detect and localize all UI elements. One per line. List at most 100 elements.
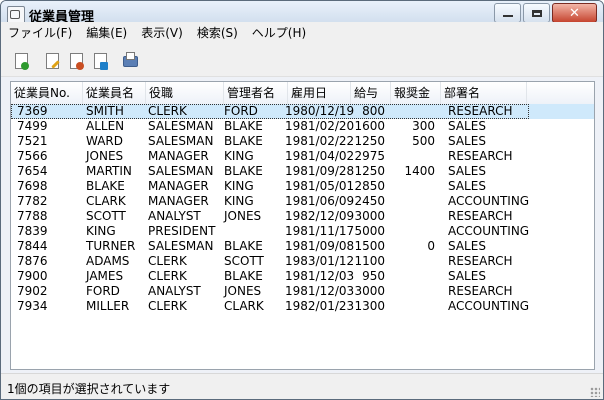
cell-ename: CLARK (86, 194, 126, 208)
cell-salary: 2450 (354, 194, 385, 208)
close-button[interactable]: ✕ (552, 3, 597, 23)
col-manager[interactable]: 管理者名 (224, 82, 288, 104)
cell-empno: 7521 (17, 134, 48, 148)
cell-ename: SMITH (86, 104, 124, 118)
cell-salary: 3000 (354, 209, 385, 223)
cell-dept: SALES (448, 119, 486, 133)
table-row[interactable]: 7844 TURNER SALESMAN BLAKE 1981/09/08 1500 0 SA… (11, 239, 594, 254)
table-header: 従業員No. 従業員名 役職 管理者名 雇用日 給与 報奨金 部署名 (11, 82, 594, 105)
delete-button[interactable] (68, 52, 84, 70)
cell-empno: 7369 (17, 104, 48, 118)
cell-empno: 7782 (17, 194, 48, 208)
cell-manager: BLAKE (224, 269, 263, 283)
main-window: 従業員管理 ✕ ファイル(F) 編集(E) 表示(V) 検索(S) ヘルプ(H) (0, 0, 604, 400)
cell-empno: 7876 (17, 254, 48, 268)
cell-bonus (391, 254, 435, 269)
cell-job: ANALYST (148, 284, 201, 298)
cell-job: MANAGER (148, 194, 209, 208)
cell-ename: JONES (86, 149, 124, 163)
table-row[interactable]: 7782 CLARK MANAGER KING 1981/06/09 2450 ACCOUN… (11, 194, 594, 209)
cell-bonus (391, 224, 435, 239)
cell-manager: JONES (224, 209, 262, 223)
table-row[interactable]: 7521 WARD SALESMAN BLAKE 1981/02/22 1250 500 SA… (11, 134, 594, 149)
cell-bonus: 0 (427, 239, 435, 253)
cell-bonus (391, 194, 435, 209)
maximize-icon (531, 9, 542, 17)
cell-dept: RESEARCH (448, 149, 513, 163)
print-button[interactable] (122, 52, 138, 70)
table-row[interactable]: 7654 MARTIN SALESMAN BLAKE 1981/09/28 1250 140… (11, 164, 594, 179)
export-button[interactable] (92, 52, 108, 70)
cell-manager: BLAKE (224, 164, 263, 178)
cell-empno: 7566 (17, 149, 48, 163)
table-row[interactable]: 7369 SMITH CLERK FORD 1980/12/19 800 RESEARCH (11, 104, 594, 119)
menu-search[interactable]: 検索(S) (190, 24, 245, 41)
col-dept[interactable]: 部署名 (441, 82, 527, 104)
cell-hiredate: 1981/02/20 (285, 119, 355, 133)
cell-dept: RESEARCH (448, 284, 513, 298)
cell-hiredate: 1982/12/09 (285, 209, 355, 223)
cell-salary: 1250 (354, 164, 385, 178)
resize-grip[interactable] (590, 387, 600, 397)
cell-dept: SALES (448, 269, 486, 283)
cell-salary: 1500 (354, 239, 385, 253)
cell-empno: 7499 (17, 119, 48, 133)
cell-job: CLERK (148, 104, 187, 118)
cell-empno: 7900 (17, 269, 48, 283)
col-hiredate[interactable]: 雇用日 (288, 82, 351, 104)
cell-manager: JONES (224, 284, 262, 298)
table-row[interactable]: 7566 JONES MANAGER KING 1981/04/02 2975 RESEAR… (11, 149, 594, 164)
menu-file[interactable]: ファイル(F) (1, 24, 79, 41)
minimize-icon (502, 15, 513, 17)
cell-bonus: 1400 (404, 164, 435, 178)
cell-dept: RESEARCH (448, 209, 513, 223)
cell-ename: MILLER (86, 299, 130, 313)
cell-hiredate: 1981/05/01 (285, 179, 355, 193)
table-row[interactable]: 7499 ALLEN SALESMAN BLAKE 1981/02/20 1600 300 S… (11, 119, 594, 134)
new-button[interactable] (13, 52, 29, 70)
cell-bonus (391, 179, 435, 194)
table-row[interactable]: 7876 ADAMS CLERK SCOTT 1983/01/12 1100 RESEARC… (11, 254, 594, 269)
table-row[interactable]: 7839 KING PRESIDENT 1981/11/17 5000 ACCOUNTIN… (11, 224, 594, 239)
col-bonus[interactable]: 報奨金 (391, 82, 441, 104)
menu-help[interactable]: ヘルプ(H) (245, 24, 313, 41)
table-row[interactable]: 7900 JAMES CLERK BLAKE 1981/12/03 950 SALES (11, 269, 594, 284)
cell-job: CLERK (148, 299, 187, 313)
employee-list[interactable]: 従業員No. 従業員名 役職 管理者名 雇用日 給与 報奨金 部署名 7369 S… (10, 81, 595, 370)
close-icon: ✕ (569, 5, 580, 21)
table-row[interactable]: 7902 FORD ANALYST JONES 1981/12/03 3000 RESEAR… (11, 284, 594, 299)
cell-salary: 1300 (354, 299, 385, 313)
table-row[interactable]: 7698 BLAKE MANAGER KING 1981/05/01 2850 SALES (11, 179, 594, 194)
col-ename[interactable]: 従業員名 (83, 82, 146, 104)
cell-empno: 7698 (17, 179, 48, 193)
cell-hiredate: 1980/12/19 (285, 104, 355, 118)
cell-dept: ACCOUNTING (448, 299, 530, 313)
col-salary[interactable]: 給与 (351, 82, 391, 104)
table-row[interactable]: 7788 SCOTT ANALYST JONES 1982/12/09 3000 RESEA… (11, 209, 594, 224)
col-empno[interactable]: 従業員No. (11, 82, 83, 104)
cell-manager (224, 224, 284, 239)
cell-ename: MARTIN (86, 164, 132, 178)
minimize-button[interactable] (494, 3, 521, 23)
cell-job: SALESMAN (148, 134, 214, 148)
toolbar (1, 42, 603, 77)
cell-empno: 7844 (17, 239, 48, 253)
menu-edit[interactable]: 編集(E) (79, 24, 134, 41)
cell-dept: RESEARCH (448, 254, 513, 268)
cell-job: SALESMAN (148, 164, 214, 178)
col-job[interactable]: 役職 (146, 82, 224, 104)
maximize-button[interactable] (523, 3, 550, 23)
cell-dept: SALES (448, 134, 486, 148)
cell-salary: 1600 (354, 119, 385, 133)
cell-job: MANAGER (148, 149, 209, 163)
edit-button[interactable] (44, 52, 60, 70)
cell-ename: WARD (86, 134, 123, 148)
cell-hiredate: 1981/11/17 (285, 224, 355, 238)
cell-manager: CLARK (224, 299, 264, 313)
cell-job: PRESIDENT (148, 224, 216, 238)
cell-ename: ADAMS (86, 254, 130, 268)
table-row[interactable]: 7934 MILLER CLERK CLARK 1982/01/23 1300 ACCOUN… (11, 299, 594, 314)
menu-view[interactable]: 表示(V) (134, 24, 190, 41)
cell-bonus: 300 (412, 119, 435, 133)
cell-bonus (391, 104, 435, 119)
